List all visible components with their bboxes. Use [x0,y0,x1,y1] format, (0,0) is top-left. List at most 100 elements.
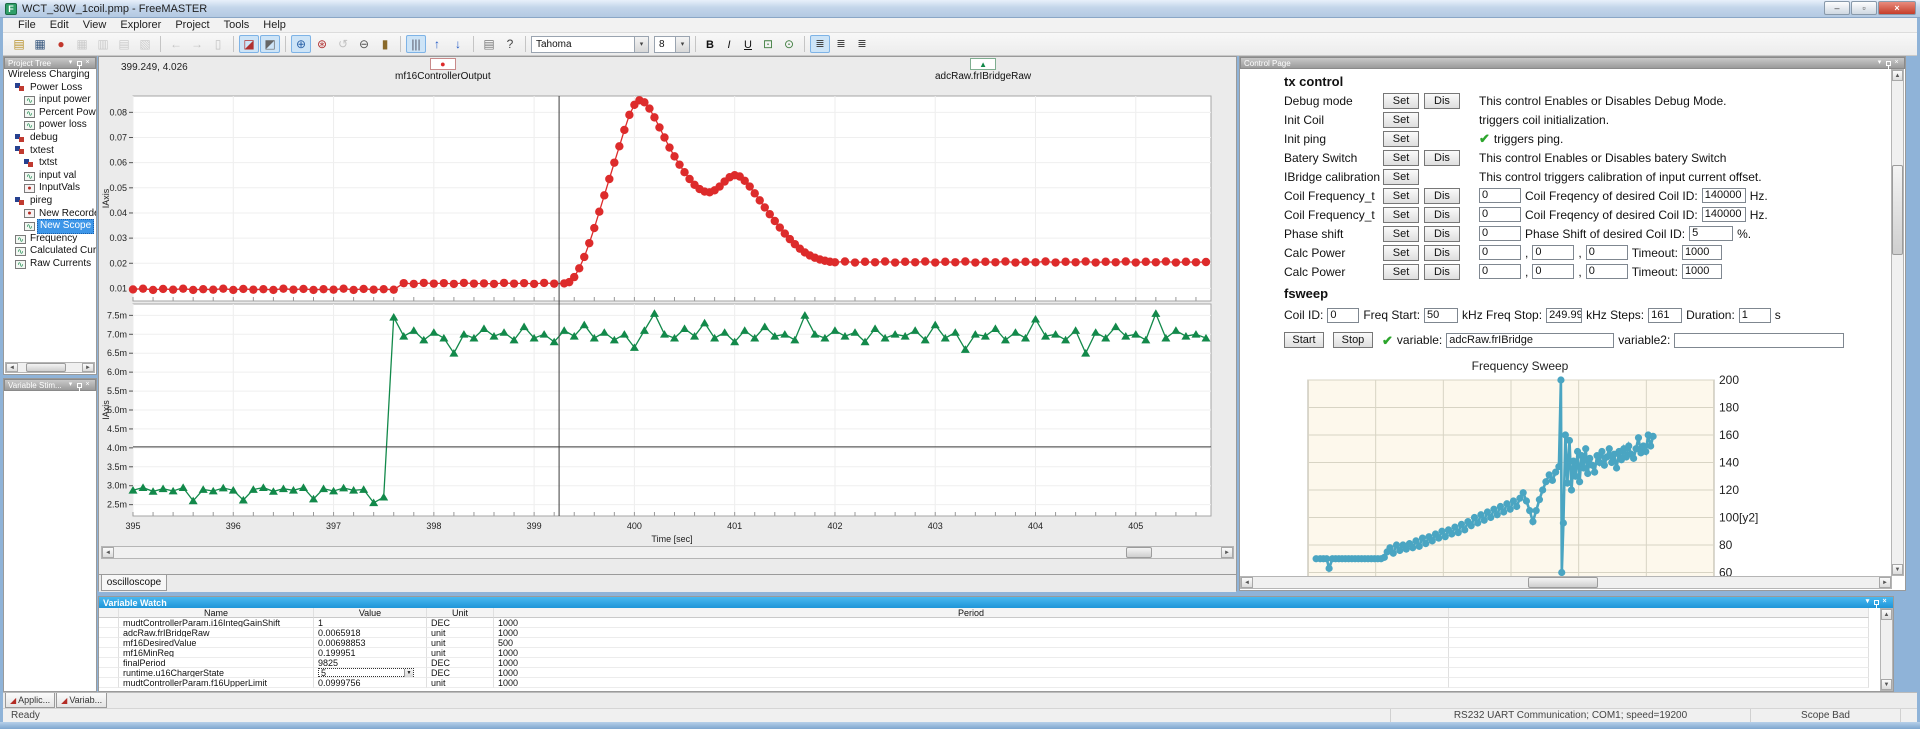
start-button[interactable]: Start [1284,332,1324,348]
tree-item-inputvals[interactable]: ● InputVals [4,182,96,195]
legend-series1[interactable]: ● mf16ControllerOutput [395,58,491,82]
chevron-down-icon[interactable]: ▾ [675,36,689,52]
value-input[interactable]: 0 [1532,264,1575,279]
value-input[interactable]: 161 [1648,307,1683,323]
set-button[interactable]: Set [1383,168,1419,185]
value-input[interactable]: 140000 [1701,188,1746,203]
value-input[interactable]: 140000 [1701,207,1746,222]
align-right-icon[interactable]: ≣ [852,35,872,53]
italic-button[interactable]: I [720,36,738,53]
pin-icon[interactable] [1874,600,1879,608]
close-icon[interactable]: × [1892,59,1901,68]
scroll-up-icon[interactable]: ▲ [1881,609,1892,620]
collapse-icon[interactable]: ▾ [1875,59,1884,68]
scroll-left-icon[interactable]: ◄ [1241,577,1253,588]
control-page-h-scrollbar[interactable]: ◄ ► [1240,576,1892,589]
tree-item-new-scope[interactable]: ∿ New Scope [4,219,96,234]
control-page-v-scrollbar[interactable]: ▲ ▼ [1891,69,1904,576]
collapse-icon[interactable]: ▾ [66,59,75,68]
table-row[interactable]: mf16MinReg 0.199951 unit 1000 [99,648,1893,658]
watch-value-cell[interactable]: 0.0999756 [314,678,427,688]
scroll-right-icon[interactable]: ► [1221,547,1233,558]
value-input[interactable]: 0 [1585,245,1628,260]
collapse-icon[interactable]: ▾ [1863,598,1872,607]
font-name-combo[interactable]: Tahoma ▾ [531,35,649,53]
dis-button[interactable]: Dis [1424,225,1460,242]
tree-item-calculated-currents[interactable]: ∿ Calculated Currents [4,245,96,258]
properties-icon[interactable]: ▤ [479,35,499,53]
set-button[interactable]: Set [1383,263,1419,280]
align-center-icon[interactable]: ≣ [831,35,851,53]
forward-icon[interactable]: → [187,35,207,53]
close-icon[interactable]: × [83,59,92,68]
tree-item-txtst[interactable]: txtst [4,157,96,170]
table-row[interactable]: mudtControllerParam.f16UpperLimit 0.09997… [99,678,1893,688]
underline-button[interactable]: U [739,36,757,53]
watch-v-scrollbar[interactable]: ▲ ▼ [1880,608,1893,691]
watch-value-cell[interactable]: 5 ▼ [314,668,427,678]
value-input[interactable]: 0 [1479,188,1521,203]
chevron-down-icon[interactable]: ▾ [634,36,648,52]
tab-oscilloscope[interactable]: oscilloscope [101,575,167,591]
menu-item-view[interactable]: View [76,18,114,33]
value-input[interactable]: 5 [1689,226,1734,241]
print-icon[interactable]: ▧ [135,35,155,53]
menu-item-explorer[interactable]: Explorer [113,18,168,33]
tree-item-input-val[interactable]: ∿ input val [4,170,96,183]
value-input[interactable]: 1000 [1681,245,1722,260]
collapse-icon[interactable]: ▾ [66,381,75,390]
scroll-thumb[interactable] [1528,577,1598,588]
tab-variab[interactable]: ◢ Variab... [56,693,108,708]
value-input[interactable]: adcRaw.frIBridge [1446,332,1615,348]
value-input[interactable]: 0 [1532,245,1575,260]
watch-value-cell[interactable]: 9825 [314,658,427,668]
watch-value-cell[interactable]: 0.0065918 [314,628,427,638]
run-stimulator-icon[interactable]: ⊛ [312,35,332,53]
watch-value-cell[interactable]: 1 [314,618,427,628]
tree-item-power-loss[interactable]: ∿ power loss [4,119,96,132]
pin-icon[interactable] [77,60,82,69]
value-input[interactable]: 0 [1479,264,1521,279]
dis-button[interactable]: Dis [1424,187,1460,204]
insert-object-icon[interactable]: ⊙ [779,35,799,53]
project-options-icon[interactable]: ▦ [72,35,92,53]
set-button[interactable]: Set [1383,187,1419,204]
font-size-combo[interactable]: 8 ▾ [654,35,690,53]
insert-image-icon[interactable]: ⊡ [758,35,778,53]
value-input[interactable]: 0 [1479,207,1521,222]
tree-h-scrollbar[interactable]: ◄ ► [5,362,95,373]
stop-communication-icon[interactable]: ● [51,35,71,53]
value-input[interactable] [1674,332,1845,348]
undo-zoom-icon[interactable]: ↺ [333,35,353,53]
lock-icon[interactable]: ▮ [375,35,395,53]
table-row[interactable]: adcRaw.frIBridgeRaw 0.0065918 unit 1000 [99,628,1893,638]
down-arrow-icon[interactable]: ↓ [448,35,468,53]
scroll-left-icon[interactable]: ◄ [6,363,18,372]
menu-item-tools[interactable]: Tools [217,18,257,33]
scroll-right-icon[interactable]: ► [1879,577,1891,588]
dis-button[interactable]: Dis [1424,149,1460,166]
dis-button[interactable]: Dis [1424,244,1460,261]
table-row[interactable]: runtime.u16ChargerState 5 ▼ DEC 1000 [99,668,1893,678]
resize-grip[interactable] [1901,709,1917,722]
ruler-icon[interactable]: ||| [406,35,426,53]
dis-button[interactable]: Dis [1424,206,1460,223]
help-pointer-icon[interactable]: ? [500,35,520,53]
scroll-left-icon[interactable]: ◄ [102,547,114,558]
dis-button[interactable]: Dis [1424,92,1460,109]
menu-item-help[interactable]: Help [256,18,293,33]
charger-state-combo[interactable]: 5 ▼ [318,668,414,677]
value-input[interactable]: 249.99 [1546,307,1583,323]
back-icon[interactable]: ← [166,35,186,53]
new-scope-icon[interactable]: ◪ [239,35,259,53]
table-row[interactable]: mudtControllerParam.i16IntegGainShift 1 DE… [99,618,1893,628]
table-row[interactable]: mf16DesiredValue 0.00698853 unit 500 [99,638,1893,648]
tree-item-pireg[interactable]: pireg [4,195,96,208]
scroll-down-icon[interactable]: ▼ [1881,679,1892,690]
close-icon[interactable]: × [83,381,92,390]
menu-item-file[interactable]: File [11,18,43,33]
chevron-down-icon[interactable]: ▼ [404,669,413,677]
up-arrow-icon[interactable]: ↑ [427,35,447,53]
open-icon[interactable]: ▤ [9,35,29,53]
set-button[interactable]: Set [1383,244,1419,261]
